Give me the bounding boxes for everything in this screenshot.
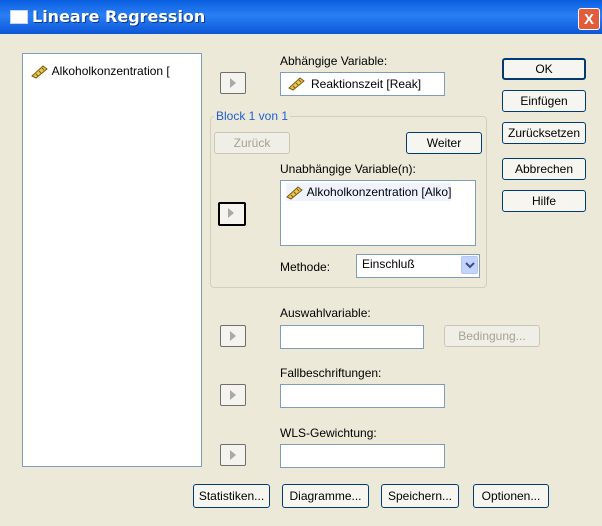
move-to-selection-button[interactable] bbox=[220, 325, 246, 347]
arrow-right-icon bbox=[230, 450, 236, 460]
scale-variable-icon bbox=[288, 77, 305, 91]
window-title: Lineare Regression bbox=[32, 7, 206, 26]
arrow-right-icon bbox=[230, 331, 236, 341]
selection-label: Auswahlvariable: bbox=[280, 306, 371, 320]
list-item[interactable]: Alkoholkonzentration [Alko] bbox=[286, 183, 452, 201]
condition-button[interactable]: Bedingung... bbox=[444, 325, 540, 347]
method-select[interactable]: Einschluß bbox=[356, 254, 480, 278]
paste-button[interactable]: Einfügen bbox=[502, 90, 586, 112]
plots-button[interactable]: Diagramme... bbox=[282, 484, 369, 508]
arrow-right-icon bbox=[230, 78, 236, 88]
selection-field[interactable] bbox=[280, 325, 424, 349]
title-bar[interactable]: Lineare Regression X bbox=[0, 0, 602, 34]
method-label: Methode: bbox=[280, 260, 331, 274]
independent-variable-list[interactable]: Alkoholkonzentration [Alko] bbox=[280, 180, 476, 246]
move-to-independent-button[interactable] bbox=[218, 202, 246, 226]
dependent-label: Abhängige Variable: bbox=[280, 54, 388, 68]
arrow-right-icon bbox=[228, 208, 234, 218]
move-to-wls-button[interactable] bbox=[220, 444, 246, 466]
reset-button[interactable]: Zurücksetzen bbox=[502, 122, 586, 144]
close-button[interactable]: X bbox=[578, 8, 600, 30]
source-variable-list[interactable]: Alkoholkonzentration [ bbox=[22, 53, 202, 467]
window-icon bbox=[10, 10, 28, 24]
wls-label: WLS-Gewichtung: bbox=[280, 426, 377, 440]
cancel-button[interactable]: Abbrechen bbox=[502, 158, 586, 180]
list-item-label: Alkoholkonzentration [ bbox=[51, 64, 170, 78]
case-labels-field[interactable] bbox=[280, 384, 445, 408]
options-button[interactable]: Optionen... bbox=[473, 484, 549, 508]
scale-variable-icon bbox=[286, 186, 303, 200]
wls-field[interactable] bbox=[280, 444, 445, 468]
next-button[interactable]: Weiter bbox=[406, 132, 482, 154]
dependent-value: Reaktionszeit [Reak] bbox=[311, 77, 422, 91]
chevron-down-icon[interactable] bbox=[461, 256, 478, 274]
statistics-button[interactable]: Statistiken... bbox=[193, 484, 270, 508]
list-item-label: Alkoholkonzentration [Alko] bbox=[306, 185, 452, 199]
move-to-case-labels-button[interactable] bbox=[220, 384, 246, 406]
dialog-window: Lineare Regression X Alkoholkonzentratio… bbox=[0, 0, 602, 526]
help-button[interactable]: Hilfe bbox=[502, 190, 586, 212]
save-button[interactable]: Speichern... bbox=[381, 484, 459, 508]
case-labels-label: Fallbeschriftungen: bbox=[280, 366, 382, 380]
dependent-field[interactable]: Reaktionszeit [Reak] bbox=[280, 72, 445, 96]
method-value: Einschluß bbox=[362, 257, 415, 271]
back-button[interactable]: Zurück bbox=[214, 132, 290, 154]
block-legend: Block 1 von 1 bbox=[214, 109, 291, 123]
list-item[interactable]: Alkoholkonzentration [ bbox=[31, 62, 170, 80]
ok-button[interactable]: OK bbox=[502, 58, 586, 80]
arrow-right-icon bbox=[230, 390, 236, 400]
move-to-dependent-button[interactable] bbox=[220, 72, 246, 94]
independent-label: Unabhängige Variable(n): bbox=[280, 162, 416, 176]
scale-variable-icon bbox=[31, 65, 48, 79]
